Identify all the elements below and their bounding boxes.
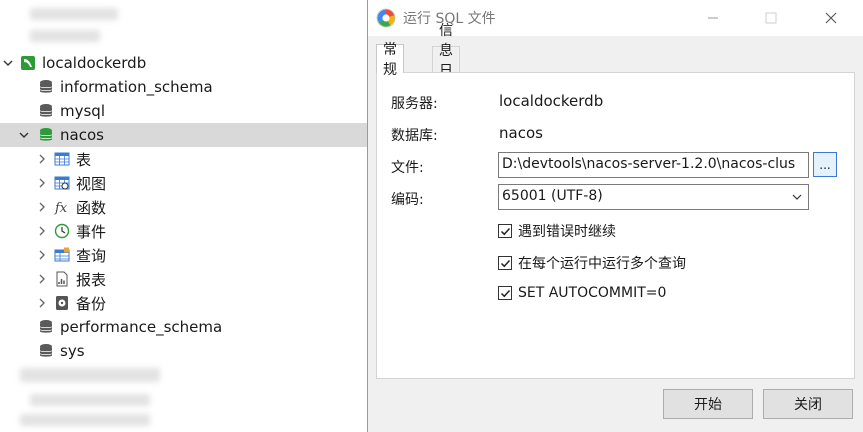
encoding-label: 编码: <box>391 192 424 208</box>
blurred-item <box>30 30 100 42</box>
tree-db-nacos[interactable]: nacos <box>0 123 368 147</box>
tab-general[interactable]: 常规 <box>376 42 404 78</box>
server-label: 服务器: <box>391 96 438 112</box>
blurred-item <box>30 8 118 20</box>
connection-label: localdockerdb <box>42 54 147 72</box>
checkbox[interactable] <box>498 224 512 238</box>
tree-item-label: 函数 <box>76 198 107 217</box>
tree-item-tables[interactable]: 表 <box>0 147 368 171</box>
database-label: sys <box>60 342 85 360</box>
tree-item-reports[interactable]: 报表 <box>0 267 368 291</box>
database-icon <box>38 343 54 359</box>
tree-db-performance-schema[interactable]: performance_schema <box>0 315 368 339</box>
table-icon <box>54 151 70 167</box>
chevron-right-icon[interactable] <box>36 243 48 267</box>
autocommit-option[interactable]: SET AUTOCOMMIT=0 <box>498 285 666 301</box>
tree-item-label: 备份 <box>76 294 107 313</box>
tree-db-sys[interactable]: sys <box>0 339 368 363</box>
tree-item-backups[interactable]: 备份 <box>0 291 368 315</box>
app-logo-icon <box>376 8 396 28</box>
blurred-item <box>20 414 150 426</box>
database-label: mysql <box>60 102 105 120</box>
continue-on-error-option[interactable]: 遇到错误时继续 <box>498 221 616 241</box>
checkmark-icon <box>500 227 510 235</box>
database-label: information_schema <box>60 78 213 96</box>
database-label: performance_schema <box>60 318 223 336</box>
database-icon <box>38 319 54 335</box>
tree-db-mysql[interactable]: mysql <box>0 99 368 123</box>
tree-item-label: 视图 <box>76 174 107 193</box>
option-label: SET AUTOCOMMIT=0 <box>518 285 667 301</box>
file-path-input[interactable]: D:\devtools\nacos-server-1.2.0\nacos-clu… <box>498 152 809 178</box>
svg-text:fx: fx <box>54 201 68 215</box>
general-tab-panel: 服务器: localdockerdb 数据库: nacos 文件: D:\dev… <box>376 72 855 379</box>
chevron-down-icon[interactable] <box>18 123 30 147</box>
database-value: nacos <box>499 124 543 142</box>
navigation-tree: localdockerdb information_schema mysql n… <box>0 0 368 432</box>
tree-item-label: 表 <box>76 150 92 169</box>
checkbox[interactable] <box>498 286 512 300</box>
chevron-right-icon[interactable] <box>36 219 48 243</box>
query-icon <box>54 247 70 263</box>
tree-item-events[interactable]: 事件 <box>0 219 368 243</box>
chevron-down-icon[interactable] <box>2 51 14 75</box>
database-icon <box>38 79 54 95</box>
run-sql-file-dialog: 运行 SQL 文件 常规 信息日志 服务器: localdockerdb 数据库… <box>367 0 863 432</box>
checkmark-icon <box>500 259 510 267</box>
function-icon: fx <box>54 199 70 215</box>
connection-icon <box>20 55 36 71</box>
blurred-item <box>20 368 160 382</box>
report-icon <box>54 271 70 287</box>
tree-item-queries[interactable]: 查询 <box>0 243 368 267</box>
maximize-icon <box>765 12 777 24</box>
close-icon <box>825 12 837 24</box>
tree-db-information-schema[interactable]: information_schema <box>0 75 368 99</box>
tree-connection-localdockerdb[interactable]: localdockerdb <box>0 51 368 75</box>
multiple-queries-option[interactable]: 在每个运行中运行多个查询 <box>498 253 686 273</box>
close-button[interactable]: 关闭 <box>763 389 853 419</box>
close-window-button[interactable] <box>808 0 854 36</box>
chevron-right-icon[interactable] <box>36 267 48 291</box>
tree-item-label: 报表 <box>76 270 107 289</box>
chevron-down-icon <box>792 194 802 200</box>
browse-button[interactable]: ... <box>813 152 837 177</box>
tab-message-log[interactable]: 信息日志 <box>432 23 460 99</box>
checkmark-icon <box>500 289 510 297</box>
option-label: 在每个运行中运行多个查询 <box>518 256 686 272</box>
clock-icon <box>54 223 70 239</box>
file-label: 文件: <box>391 160 424 176</box>
encoding-select[interactable]: 65001 (UTF-8) <box>498 184 809 210</box>
maximize-button[interactable] <box>748 0 794 36</box>
chevron-right-icon[interactable] <box>36 171 48 195</box>
chevron-right-icon[interactable] <box>36 147 48 171</box>
minimize-button[interactable] <box>690 0 736 36</box>
database-icon <box>38 103 54 119</box>
checkbox[interactable] <box>498 256 512 270</box>
backup-icon <box>54 295 70 311</box>
server-value: localdockerdb <box>499 92 604 110</box>
chevron-right-icon[interactable] <box>36 195 48 219</box>
tree-item-functions[interactable]: fx 函数 <box>0 195 368 219</box>
chevron-right-icon[interactable] <box>36 291 48 315</box>
option-label: 遇到错误时继续 <box>518 224 616 240</box>
tree-item-label: 查询 <box>76 246 107 265</box>
view-icon <box>54 175 70 191</box>
blurred-item <box>30 394 150 406</box>
encoding-selected-value: 65001 (UTF-8) <box>502 188 603 204</box>
database-icon <box>38 127 54 143</box>
tree-item-views[interactable]: 视图 <box>0 171 368 195</box>
database-label: nacos <box>60 126 104 144</box>
start-button[interactable]: 开始 <box>663 389 753 419</box>
minimize-icon <box>708 17 718 19</box>
database-field-label: 数据库: <box>391 128 438 144</box>
tree-item-label: 事件 <box>76 222 107 241</box>
